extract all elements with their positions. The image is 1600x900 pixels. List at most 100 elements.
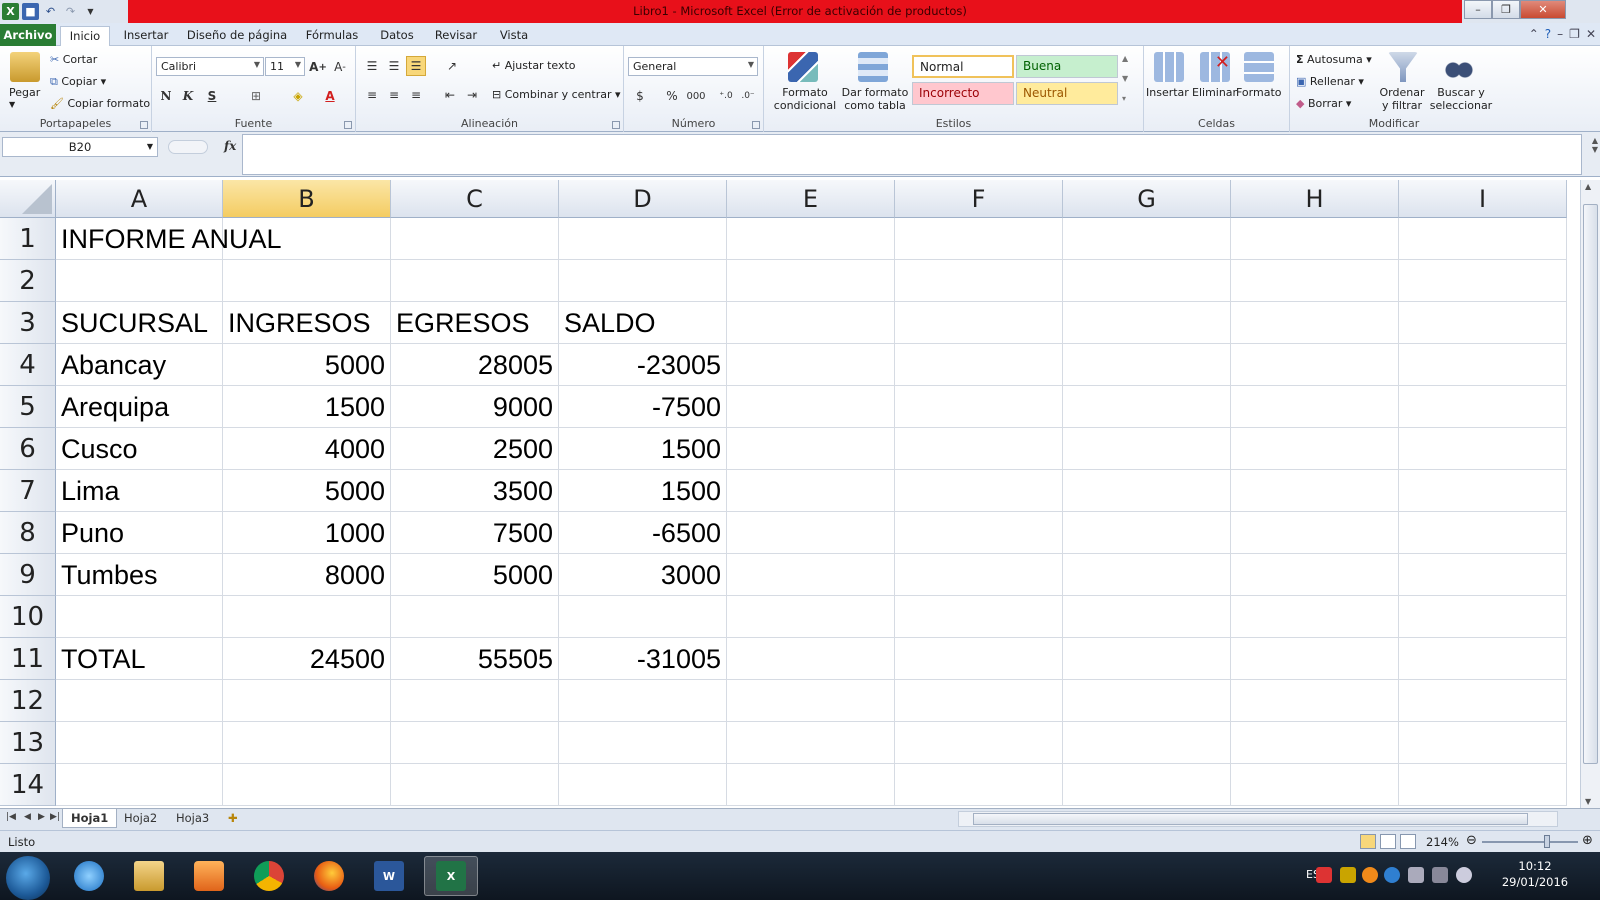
first-sheet-icon[interactable]: |◀ [6, 812, 16, 822]
cell-h7[interactable] [1231, 470, 1399, 512]
insert-sheet-icon[interactable]: ✚ [220, 809, 246, 828]
cell-e5[interactable] [727, 386, 895, 428]
style-normal[interactable]: Normal [912, 55, 1014, 78]
column-header-f[interactable]: F [895, 180, 1063, 218]
cell-h11[interactable] [1231, 638, 1399, 680]
cell-d3[interactable]: SALDO [559, 302, 727, 344]
tray-antivirus-icon[interactable] [1340, 867, 1356, 883]
fill-button[interactable]: ▣ Rellenar ▾ [1296, 75, 1364, 88]
cell-b10[interactable] [223, 596, 391, 638]
horizontal-scroll-thumb[interactable] [973, 813, 1528, 825]
cut-button[interactable]: ✂ Cortar [50, 53, 97, 66]
font-launcher-icon[interactable] [344, 121, 352, 129]
styles-scroll-down-icon[interactable]: ▼ [1122, 74, 1128, 83]
cell-b5[interactable]: 1500 [223, 386, 391, 428]
font-size-select[interactable]: 11 ▼ [265, 57, 305, 76]
align-left-icon[interactable]: ≡ [362, 85, 382, 105]
insert-function-button[interactable]: fx [224, 139, 236, 153]
cell-c11[interactable]: 55505 [391, 638, 559, 680]
autosum-button[interactable]: Σ Autosuma ▾ [1296, 53, 1372, 66]
cell-d2[interactable] [559, 260, 727, 302]
tray-app-icon[interactable] [1316, 867, 1332, 883]
font-color-icon[interactable]: A [320, 86, 340, 106]
row-header-11[interactable]: 11 [0, 638, 56, 680]
cell-d14[interactable] [559, 764, 727, 806]
select-all-button[interactable] [0, 180, 56, 218]
cell-i5[interactable] [1399, 386, 1567, 428]
cell-h1[interactable] [1231, 218, 1399, 260]
cell-c2[interactable] [391, 260, 559, 302]
cell-c4[interactable]: 28005 [391, 344, 559, 386]
column-header-g[interactable]: G [1063, 180, 1231, 218]
cell-b8[interactable]: 1000 [223, 512, 391, 554]
cell-i13[interactable] [1399, 722, 1567, 764]
column-header-i[interactable]: I [1399, 180, 1567, 218]
row-header-6[interactable]: 6 [0, 428, 56, 470]
cell-e3[interactable] [727, 302, 895, 344]
row-header-9[interactable]: 9 [0, 554, 56, 596]
align-right-icon[interactable]: ≡ [406, 85, 426, 105]
cell-g5[interactable] [1063, 386, 1231, 428]
column-header-d[interactable]: D [559, 180, 727, 218]
cell-c12[interactable] [391, 680, 559, 722]
cell-c7[interactable]: 3500 [391, 470, 559, 512]
paste-dropdown-icon[interactable]: ▼ [9, 100, 15, 109]
cell-c9[interactable]: 5000 [391, 554, 559, 596]
formula-input[interactable] [242, 134, 1582, 175]
cell-b2[interactable] [223, 260, 391, 302]
styles-scroll-up-icon[interactable]: ▲ [1122, 54, 1128, 63]
cell-b13[interactable] [223, 722, 391, 764]
cell-e14[interactable] [727, 764, 895, 806]
cell-d11[interactable]: -31005 [559, 638, 727, 680]
tab-revisar[interactable]: Revisar [430, 26, 482, 46]
cell-g9[interactable] [1063, 554, 1231, 596]
merge-center-button[interactable]: ⊟ Combinar y centrar ▾ [492, 88, 621, 101]
row-header-7[interactable]: 7 [0, 470, 56, 512]
cell-a13[interactable] [56, 722, 223, 764]
number-format-select[interactable]: General ▼ [628, 57, 758, 76]
formula-bar-splitter[interactable] [168, 140, 208, 154]
cell-g1[interactable] [1063, 218, 1231, 260]
cell-e6[interactable] [727, 428, 895, 470]
name-box[interactable]: B20 ▼ [2, 137, 158, 157]
row-header-12[interactable]: 12 [0, 680, 56, 722]
align-center-icon[interactable]: ≡ [384, 85, 404, 105]
workbook-close-icon[interactable]: ✕ [1586, 27, 1596, 41]
cell-f3[interactable] [895, 302, 1063, 344]
insert-button[interactable]: Insertar [1146, 86, 1189, 99]
cell-a2[interactable] [56, 260, 223, 302]
cell-h6[interactable] [1231, 428, 1399, 470]
row-header-1[interactable]: 1 [0, 218, 56, 260]
vertical-scroll-thumb[interactable] [1583, 204, 1598, 764]
font-name-select[interactable]: Calibri ▼ [156, 57, 264, 76]
cell-c6[interactable]: 2500 [391, 428, 559, 470]
delete-button[interactable]: Eliminar [1192, 86, 1237, 99]
cell-a5[interactable]: Arequipa [56, 386, 223, 428]
increase-decimal-icon[interactable]: ⁺.0 [716, 86, 736, 106]
last-sheet-icon[interactable]: ▶| [50, 812, 60, 822]
column-header-b[interactable]: B [223, 180, 391, 218]
cell-i3[interactable] [1399, 302, 1567, 344]
cell-b7[interactable]: 5000 [223, 470, 391, 512]
cell-c1[interactable] [391, 218, 559, 260]
vertical-scrollbar[interactable]: ▲ ▼ [1580, 180, 1600, 808]
cell-c13[interactable] [391, 722, 559, 764]
clipboard-launcher-icon[interactable] [140, 121, 148, 129]
minimize-button[interactable]: – [1464, 0, 1492, 19]
cell-a14[interactable] [56, 764, 223, 806]
cell-e9[interactable] [727, 554, 895, 596]
style-bad[interactable]: Incorrecto [912, 82, 1014, 105]
align-middle-icon[interactable]: ☰ [384, 56, 404, 76]
volume-icon[interactable] [1456, 867, 1472, 883]
restore-button[interactable]: ❐ [1492, 0, 1520, 19]
tray-flag-icon[interactable] [1408, 867, 1424, 883]
cell-i8[interactable] [1399, 512, 1567, 554]
cell-e7[interactable] [727, 470, 895, 512]
cell-f10[interactable] [895, 596, 1063, 638]
conditional-format-icon[interactable] [788, 52, 818, 82]
cell-d4[interactable]: -23005 [559, 344, 727, 386]
column-header-h[interactable]: H [1231, 180, 1399, 218]
cell-f13[interactable] [895, 722, 1063, 764]
chrome-icon[interactable] [242, 856, 296, 896]
cell-a11[interactable]: TOTAL [56, 638, 223, 680]
